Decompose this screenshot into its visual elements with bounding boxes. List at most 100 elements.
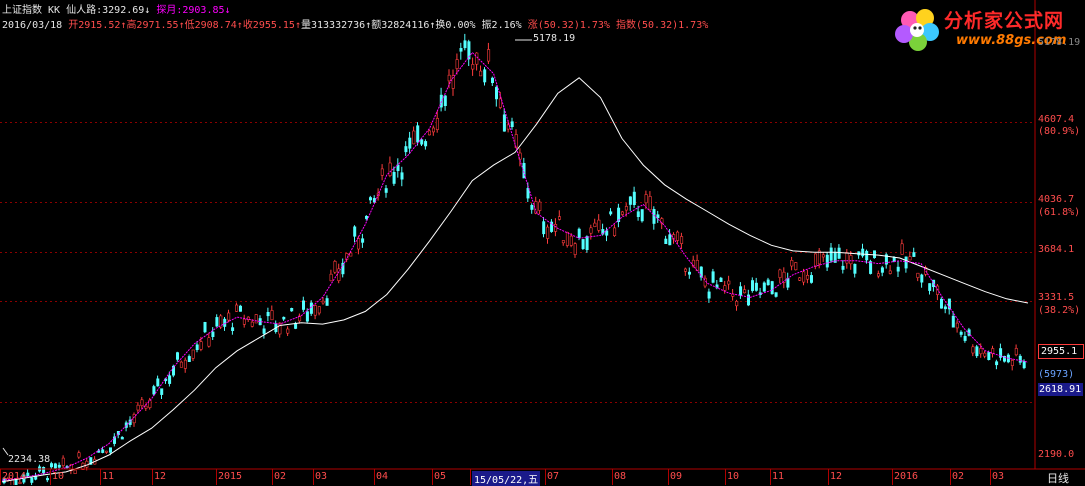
indicator-name[interactable]: KK: [48, 5, 60, 16]
candle-body: [613, 227, 617, 236]
period-daily-button[interactable]: 日线: [1047, 470, 1069, 486]
candle-body: [546, 226, 550, 239]
candle-body: [416, 125, 420, 143]
candle-body: [983, 352, 987, 357]
candle-body: [743, 289, 747, 294]
candle-body: [593, 222, 597, 228]
candle-body: [278, 322, 282, 335]
candle-body: [179, 361, 183, 368]
candle-body: [664, 238, 668, 244]
candle-body: [825, 254, 829, 268]
candle-body: [865, 250, 869, 261]
candle-body: [687, 271, 691, 275]
ma-short-line: [1, 51, 1029, 481]
candle-body: [282, 316, 286, 320]
candle-body: [656, 214, 660, 219]
candle-body: [42, 466, 46, 474]
axis-label-2190: 2190.0: [1038, 449, 1075, 460]
candle-body: [554, 224, 558, 232]
x-tick-label: 09: [670, 471, 683, 482]
candle-body: [557, 216, 561, 220]
candle-body: [987, 352, 991, 360]
candle-body: [231, 327, 235, 332]
candle-body: [487, 49, 491, 62]
candle-body: [900, 243, 904, 255]
candle-body: [144, 405, 148, 409]
candle-body: [589, 227, 593, 234]
x-tick-label: 2016: [894, 471, 919, 482]
quote-date: 2016/03/18: [2, 20, 63, 31]
candle-body: [636, 211, 640, 217]
candle-body: [483, 69, 487, 83]
candle-body: [207, 337, 211, 347]
x-tick-label: 05: [434, 471, 447, 482]
candle-body: [475, 52, 479, 65]
candle-body: [872, 250, 876, 258]
axis-label-3684: 3684.1: [1038, 244, 1075, 255]
candle-body: [502, 114, 506, 132]
candle-body: [203, 321, 207, 333]
candle-body: [754, 282, 758, 291]
candle-body: [380, 168, 384, 176]
candle-body: [849, 255, 853, 265]
x-tick-label: 11: [772, 471, 785, 482]
candle-body: [325, 298, 329, 306]
candle-body: [490, 77, 494, 83]
candle-body: [510, 121, 514, 127]
x-tick-label: 10: [727, 471, 740, 482]
candle-body: [888, 270, 892, 274]
candle-body: [1018, 355, 1022, 363]
candle-body: [168, 375, 172, 384]
candle-body: [821, 254, 825, 258]
candle-body: [49, 463, 53, 468]
candle-body: [920, 274, 924, 283]
candle-body: [156, 378, 160, 387]
quote-turnover: 换0.00%: [435, 20, 476, 31]
candle-body: [1010, 360, 1014, 366]
price-gridlines: [0, 122, 1035, 403]
candle-body: [565, 232, 569, 246]
quote-amplitude: 振2.16%: [481, 20, 522, 31]
candle-body: [829, 247, 833, 261]
candle-body: [388, 162, 392, 176]
kline-chart[interactable]: [0, 0, 1085, 485]
candle-body: [270, 310, 274, 321]
candle-body: [254, 314, 258, 324]
current-price-tag: 2955.1: [1038, 344, 1084, 359]
candle-body: [1014, 348, 1018, 356]
candle-body: [53, 463, 57, 469]
candle-body: [132, 414, 136, 424]
candle-body: [329, 273, 333, 282]
candle-body: [680, 236, 684, 244]
volume-count: (5973): [1038, 369, 1082, 381]
ma-short-value: 探月:2903.85: [156, 5, 225, 16]
candle-body: [262, 328, 266, 334]
ma-short-arrow: ↓: [224, 5, 231, 16]
candle-body: [699, 266, 703, 278]
candle-body: [120, 436, 124, 440]
candle-body: [880, 267, 884, 273]
x-tick-label: 2015: [218, 471, 243, 482]
axis-label-4607: 4607.4: [1038, 114, 1075, 125]
candle-body: [530, 205, 534, 210]
candle-body: [955, 322, 959, 329]
x-tick-label: 02: [952, 471, 965, 482]
candle-body: [364, 216, 368, 219]
index-name[interactable]: 上证指数: [2, 5, 42, 16]
candle-body: [774, 292, 778, 297]
quote-open: 开2915.52: [68, 20, 121, 31]
candle-body: [447, 74, 451, 82]
candle-body: [727, 280, 731, 285]
candle-body: [305, 311, 309, 322]
candle-body: [813, 253, 817, 267]
quote-header: 2016/03/18 开2915.52↑高2971.55↑低2908.74↑收2…: [2, 20, 709, 31]
x-tick-label: 04: [376, 471, 389, 482]
candle-body: [561, 240, 565, 244]
candle-body: [707, 291, 711, 299]
candle-body: [904, 256, 908, 269]
candle-body: [809, 275, 813, 283]
candle-body: [648, 196, 652, 211]
x-tick-label: 12: [154, 471, 167, 482]
candle-body: [30, 477, 34, 483]
x-tick-label: 08: [614, 471, 627, 482]
